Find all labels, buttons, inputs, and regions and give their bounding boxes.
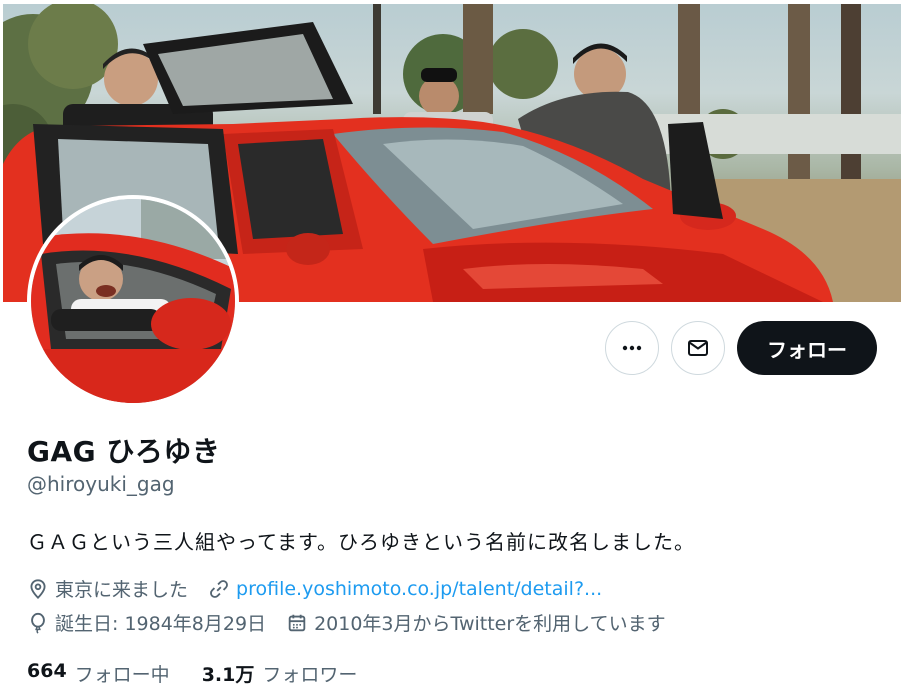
birthday-item: 誕生日: 1984年8月29日 xyxy=(27,609,266,636)
followers-link[interactable]: 3.1万 フォロワー xyxy=(202,660,358,687)
follow-stats: 664 フォロー中 3.1万 フォロワー xyxy=(27,660,389,687)
website-link[interactable]: profile.yoshimoto.co.jp/talent/detail?..… xyxy=(236,578,602,600)
location-item: 東京に来ました xyxy=(27,575,188,602)
balloon-icon xyxy=(31,612,45,634)
followers-count: 3.1万 xyxy=(201,664,255,686)
joined-item: 2010年3月からTwitterを利用しています xyxy=(286,609,666,636)
location-text: 東京に来ました xyxy=(55,579,189,601)
following-label: フォロー中 xyxy=(74,664,170,686)
profile-avatar[interactable] xyxy=(27,195,239,407)
more-horizontal-icon xyxy=(622,345,642,351)
avatar-photo xyxy=(31,199,235,403)
joined-text: 2010年3月からTwitterを利用しています xyxy=(314,613,666,635)
follow-button[interactable]: フォロー xyxy=(737,321,877,375)
display-name: GAG ひろゆき xyxy=(27,435,221,468)
following-count: 664 xyxy=(27,660,67,682)
website-item[interactable]: profile.yoshimoto.co.jp/talent/detail?..… xyxy=(208,578,602,600)
profile-bio: ＧＡＧという三人組やってます。ひろゆきという名前に改名しました。 xyxy=(27,530,695,554)
calendar-icon xyxy=(288,614,306,631)
following-link[interactable]: 664 フォロー中 xyxy=(27,660,170,687)
followers-label: フォロワー xyxy=(262,664,358,686)
location-pin-icon xyxy=(30,578,46,599)
more-button[interactable] xyxy=(605,321,659,375)
link-icon xyxy=(210,579,228,598)
envelope-icon xyxy=(688,340,708,356)
profile-meta-row-1: 東京に来ました profile.yoshimoto.co.jp/talent/d… xyxy=(27,575,622,602)
message-button[interactable] xyxy=(671,321,725,375)
birthday-text: 誕生日: 1984年8月29日 xyxy=(55,613,267,635)
username-handle: @hiroyuki_gag xyxy=(27,472,175,496)
profile-actions: フォロー xyxy=(605,321,877,375)
profile-meta-row-2: 誕生日: 1984年8月29日 2010年3月からTwitterを利用しています xyxy=(27,609,686,636)
